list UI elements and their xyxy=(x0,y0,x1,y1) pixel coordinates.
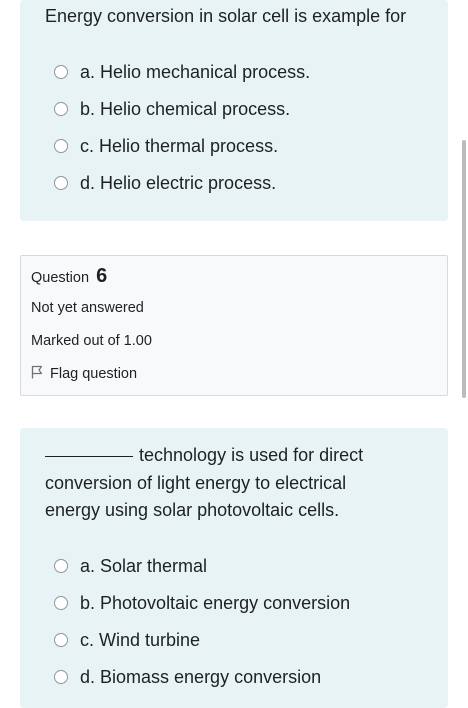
answer-option-c[interactable]: c. Wind turbine xyxy=(54,627,200,653)
question-info-panel: Question 6 Not yet answered Marked out o… xyxy=(20,255,448,396)
answer-option-d[interactable]: d. Biomass energy conversion xyxy=(54,664,321,690)
flag-question-label: Flag question xyxy=(50,366,138,382)
question-content: technology is used for direct conversion… xyxy=(20,428,448,708)
question-text-line: energy using solar photovoltaic cells. xyxy=(45,500,340,520)
radio-unchecked-icon[interactable] xyxy=(54,139,68,153)
question-text-line: conversion of light energy to electrical xyxy=(45,472,347,493)
question-grade: Marked out of 1.00 xyxy=(31,333,152,349)
answer-option-label: a. Solar thermal xyxy=(80,555,208,576)
answer-option-a[interactable]: a. Helio mechanical process. xyxy=(54,59,310,85)
fill-in-blank xyxy=(45,456,133,457)
question-text: Energy conversion in solar cell is examp… xyxy=(45,6,407,26)
question-state: Not yet answered xyxy=(31,300,144,316)
answer-option-label: b. Helio chemical process. xyxy=(80,98,291,119)
question-content-prev: Energy conversion in solar cell is examp… xyxy=(20,0,448,221)
radio-unchecked-icon[interactable] xyxy=(54,670,68,684)
radio-unchecked-icon[interactable] xyxy=(54,559,68,573)
answer-option-label: d. Biomass energy conversion xyxy=(80,666,322,687)
radio-unchecked-icon[interactable] xyxy=(54,102,68,116)
answer-option-label: d. Helio electric process. xyxy=(80,172,277,193)
flag-question-link[interactable]: Flag question xyxy=(31,365,137,383)
vertical-scrollbar[interactable] xyxy=(462,140,466,398)
flag-outline-icon[interactable] xyxy=(31,365,50,383)
radio-unchecked-icon[interactable] xyxy=(54,176,68,190)
question-text: technology is used for direct conversion… xyxy=(45,442,428,525)
question-text-line: technology is used for direct xyxy=(139,445,364,465)
answer-option-label: c. Wind turbine xyxy=(80,629,201,650)
answer-option-d[interactable]: d. Helio electric process. xyxy=(54,170,276,196)
answer-option-label: b. Photovoltaic energy conversion xyxy=(80,592,351,613)
question-number-label: Question xyxy=(31,270,90,286)
answer-option-c[interactable]: c. Helio thermal process. xyxy=(54,133,278,159)
answer-option-label: a. Helio mechanical process. xyxy=(80,61,311,82)
answer-option-b[interactable]: b. Photovoltaic energy conversion xyxy=(54,590,350,616)
answer-option-b[interactable]: b. Helio chemical process. xyxy=(54,96,290,122)
question-number-value: 6 xyxy=(96,265,108,287)
question-number: Question 6 xyxy=(31,265,107,288)
answer-option-a[interactable]: a. Solar thermal xyxy=(54,553,207,579)
answer-option-label: c. Helio thermal process. xyxy=(80,135,279,156)
radio-unchecked-icon[interactable] xyxy=(54,633,68,647)
radio-unchecked-icon[interactable] xyxy=(54,65,68,79)
radio-unchecked-icon[interactable] xyxy=(54,596,68,610)
